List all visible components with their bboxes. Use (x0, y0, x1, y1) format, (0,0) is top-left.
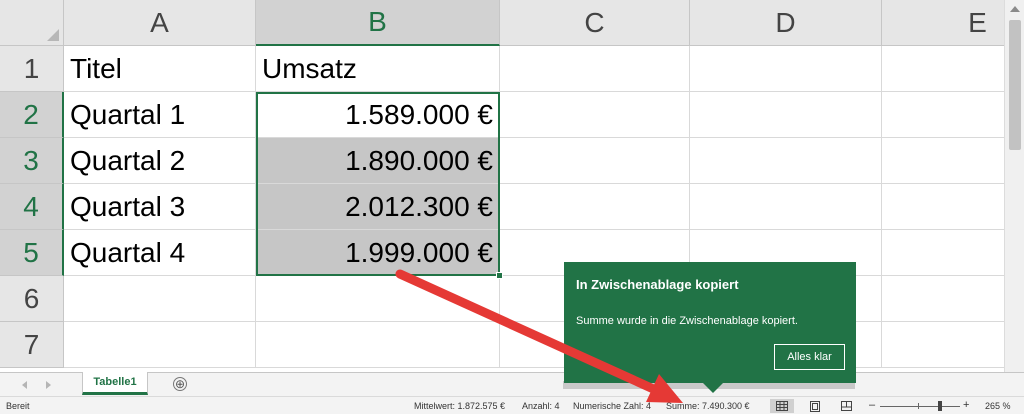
column-header-e[interactable]: E (882, 0, 1024, 46)
column-header-c[interactable]: C (500, 0, 690, 46)
zoom-level[interactable]: 265 % (985, 401, 1011, 411)
cell-b7[interactable] (256, 322, 500, 368)
column-header-d[interactable]: D (690, 0, 882, 46)
cell-b5[interactable]: 1.999.000 € (256, 230, 500, 276)
row-header-6[interactable]: 6 (0, 276, 64, 322)
cell-e5[interactable] (882, 230, 1024, 276)
cell-b3[interactable]: 1.890.000 € (256, 138, 500, 184)
cell-c4[interactable] (500, 184, 690, 230)
cell-d3[interactable] (690, 138, 882, 184)
normal-view-icon[interactable] (770, 399, 794, 413)
toast-pointer (703, 383, 723, 393)
cell-a5[interactable]: Quartal 4 (64, 230, 256, 276)
cell-b1[interactable]: Umsatz (256, 46, 500, 92)
cell-d1[interactable] (690, 46, 882, 92)
row-header-7[interactable]: 7 (0, 322, 64, 368)
row-header-1[interactable]: 1 (0, 46, 64, 92)
zoom-slider-thumb[interactable] (938, 401, 942, 411)
scroll-up-arrow-icon[interactable] (1010, 6, 1020, 12)
sheet-tab-bar: Tabelle1 ⊕ (0, 372, 1024, 396)
status-count[interactable]: Anzahl: 4 (522, 401, 560, 411)
cell-d4[interactable] (690, 184, 882, 230)
clipboard-toast: In Zwischenablage kopiert Summe wurde in… (564, 262, 856, 393)
vertical-scroll-thumb[interactable] (1009, 20, 1021, 150)
select-all-triangle-icon (47, 29, 59, 41)
status-average[interactable]: Mittelwert: 1.872.575 € (414, 401, 505, 411)
zoom-out-button[interactable]: – (869, 399, 875, 411)
cell-e3[interactable] (882, 138, 1024, 184)
zoom-slider[interactable] (880, 406, 960, 407)
status-sum[interactable]: Summe: 7.490.300 € (666, 401, 750, 411)
row-header-4[interactable]: 4 (0, 184, 64, 230)
cell-b4[interactable]: 2.012.300 € (256, 184, 500, 230)
cell-d2[interactable] (690, 92, 882, 138)
page-break-icon[interactable] (834, 399, 858, 413)
sheet-nav-right-icon[interactable] (46, 381, 51, 389)
page-layout-icon[interactable] (803, 399, 827, 413)
cell-e4[interactable] (882, 184, 1024, 230)
cell-a6[interactable] (64, 276, 256, 322)
row-header-3[interactable]: 3 (0, 138, 64, 184)
cell-b2[interactable]: 1.589.000 € (256, 92, 500, 138)
zoom-in-button[interactable]: + (963, 399, 969, 411)
sheet-nav-left-icon[interactable] (22, 381, 27, 389)
cell-a4[interactable]: Quartal 3 (64, 184, 256, 230)
cell-a2[interactable]: Quartal 1 (64, 92, 256, 138)
status-numeric-count[interactable]: Numerische Zahl: 4 (573, 401, 651, 411)
cell-a3[interactable]: Quartal 2 (64, 138, 256, 184)
zoom-slider-midpoint (918, 403, 919, 409)
row-header-5[interactable]: 5 (0, 230, 64, 276)
select-all-corner[interactable] (0, 0, 64, 46)
cell-a7[interactable] (64, 322, 256, 368)
cell-a1[interactable]: Titel (64, 46, 256, 92)
cell-b6[interactable] (256, 276, 500, 322)
status-bar: Bereit Mittelwert: 1.872.575 € Anzahl: 4… (0, 396, 1024, 414)
cell-c3[interactable] (500, 138, 690, 184)
column-header-b[interactable]: B (256, 0, 500, 46)
toast-message: Summe wurde in die Zwischenablage kopier… (576, 315, 798, 327)
toast-title: In Zwischenablage kopiert (576, 277, 739, 292)
add-sheet-icon[interactable]: ⊕ (173, 377, 187, 391)
vertical-scrollbar[interactable] (1004, 0, 1024, 372)
spreadsheet-grid[interactable]: A B C D E 1 2 3 4 5 6 7 Titel Umsatz Qua… (0, 0, 1024, 372)
cell-e2[interactable] (882, 92, 1024, 138)
cell-c2[interactable] (500, 92, 690, 138)
status-ready: Bereit (6, 401, 30, 411)
sheet-tab-tabelle1[interactable]: Tabelle1 (82, 372, 148, 395)
row-header-2[interactable]: 2 (0, 92, 64, 138)
cell-e1[interactable] (882, 46, 1024, 92)
cell-e6[interactable] (882, 276, 1024, 322)
column-header-a[interactable]: A (64, 0, 256, 46)
cell-e7[interactable] (882, 322, 1024, 368)
cell-c1[interactable] (500, 46, 690, 92)
dismiss-button[interactable]: Alles klar (774, 344, 845, 370)
